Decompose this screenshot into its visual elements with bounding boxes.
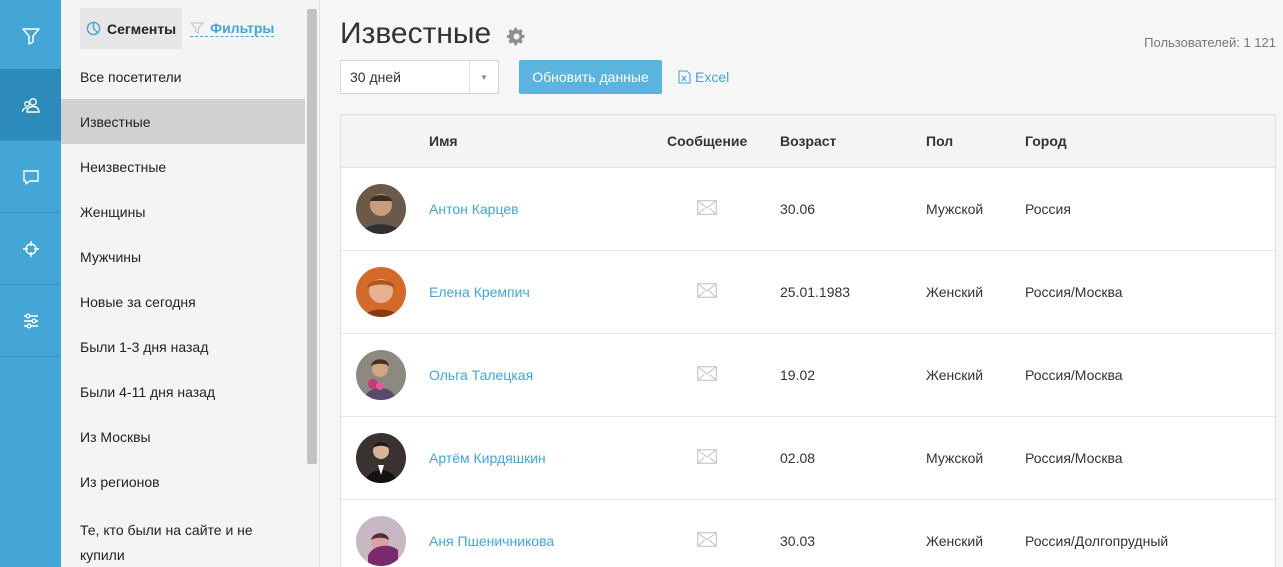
rail-item-users[interactable]: [0, 69, 70, 141]
column-header-message[interactable]: Сообщение: [667, 133, 747, 149]
user-city: Россия/Москва: [1025, 450, 1123, 466]
user-name-link[interactable]: Ольга Талецкая: [429, 367, 533, 383]
segment-item-all[interactable]: Все посетители: [61, 54, 305, 99]
envelope-icon[interactable]: [697, 449, 717, 464]
user-city: Россия/Москва: [1025, 367, 1123, 383]
table-row[interactable]: Антон Карцев 30.06 Мужской Россия: [341, 168, 1275, 251]
table-row[interactable]: Аня Пшеничникова 30.03 Женский Россия/До…: [341, 500, 1275, 567]
user-age: 19.02: [780, 367, 816, 383]
avatar: [356, 184, 406, 234]
envelope-icon[interactable]: [697, 366, 717, 381]
user-city: Россия: [1025, 201, 1071, 217]
period-select[interactable]: 30 дней ▼: [340, 60, 499, 94]
segment-item-men[interactable]: Мужчины: [61, 234, 305, 279]
segment-item-new-today[interactable]: Новые за сегодня: [61, 279, 305, 324]
column-header-age[interactable]: Возраст: [780, 133, 836, 149]
user-age: 30.06: [780, 201, 816, 217]
table-row[interactable]: Ольга Талецкая 19.02 Женский Россия/Моск…: [341, 334, 1275, 417]
chat-icon: [22, 169, 39, 185]
rail-item-goals[interactable]: [0, 213, 61, 285]
page-title: Известные: [340, 17, 492, 50]
segment-item-women[interactable]: Женщины: [61, 189, 305, 234]
tab-filters-label: Фильтры: [210, 20, 275, 36]
tab-segments-label: Сегменты: [107, 20, 177, 37]
avatar: [356, 433, 406, 483]
excel-file-icon: [678, 70, 691, 84]
period-select-value: 30 дней: [350, 69, 401, 85]
segments-panel: Сегменты Фильтры Все посетители Известны…: [61, 0, 320, 567]
user-gender: Женский: [926, 533, 984, 549]
segment-item-4-11-days[interactable]: Были 4-11 дня назад: [61, 369, 305, 414]
target-icon: [22, 240, 39, 257]
segment-item-regions[interactable]: Из регионов: [61, 459, 305, 504]
avatar: [356, 350, 406, 400]
segment-item-known[interactable]: Известные: [61, 99, 305, 144]
user-city: Россия/Долгопрудный: [1025, 533, 1169, 549]
table-row[interactable]: Артём Кирдяшкин 02.08 Мужской Россия/Мос…: [341, 417, 1275, 500]
segment-item-visited-not-bought[interactable]: Те, кто были на сайте и не купили: [61, 504, 305, 566]
funnel-icon: [21, 27, 40, 45]
rail-item-settings[interactable]: [0, 285, 61, 357]
user-name-link[interactable]: Аня Пшеничникова: [429, 533, 554, 549]
avatar: [356, 267, 406, 317]
users-icon: [21, 97, 40, 113]
pie-chart-icon: [86, 21, 101, 36]
avatar: [356, 516, 406, 566]
user-gender: Мужской: [926, 201, 984, 217]
panel-tabs: Сегменты Фильтры: [80, 8, 275, 49]
filter-icon: [190, 22, 204, 34]
segment-list: Все посетители Известные Неизвестные Жен…: [61, 54, 305, 566]
sliders-icon: [23, 313, 38, 328]
column-header-name[interactable]: Имя: [429, 133, 458, 149]
user-age: 30.03: [780, 533, 816, 549]
panel-scrollbar[interactable]: [307, 9, 317, 464]
tab-segments[interactable]: Сегменты: [80, 8, 183, 49]
envelope-icon[interactable]: [697, 283, 717, 298]
tab-filters[interactable]: Фильтры: [190, 20, 275, 37]
user-name-link[interactable]: Елена Кремпич: [429, 284, 530, 300]
user-city: Россия/Москва: [1025, 284, 1123, 300]
users-table: Имя Сообщение Возраст Пол Город Антон Ка…: [340, 114, 1276, 567]
user-name-link[interactable]: Артём Кирдяшкин: [429, 450, 546, 466]
main-content: Известные Пользователей: 1 121 30 дней ▼…: [320, 0, 1283, 567]
column-header-city[interactable]: Город: [1025, 133, 1067, 149]
column-header-gender[interactable]: Пол: [926, 133, 953, 149]
user-age: 02.08: [780, 450, 816, 466]
segment-item-moscow[interactable]: Из Москвы: [61, 414, 305, 459]
user-name-link[interactable]: Антон Карцев: [429, 201, 519, 217]
rail-item-funnels[interactable]: [0, 0, 61, 72]
user-age: 25.01.1983: [780, 284, 851, 300]
excel-export-label: Excel: [695, 69, 730, 85]
icon-rail: [0, 0, 70, 567]
user-gender: Женский: [926, 367, 984, 383]
user-gender: Мужской: [926, 450, 984, 466]
gear-icon[interactable]: [506, 26, 527, 47]
segment-item-1-3-days[interactable]: Были 1-3 дня назад: [61, 324, 305, 369]
excel-export-link[interactable]: Excel: [678, 69, 729, 85]
table-header: Имя Сообщение Возраст Пол Город: [341, 115, 1275, 168]
user-gender: Женский: [926, 284, 984, 300]
rail-item-messages[interactable]: [0, 141, 61, 213]
refresh-data-button[interactable]: Обновить данные: [519, 60, 662, 94]
envelope-icon[interactable]: [697, 200, 717, 215]
chevron-down-icon: ▼: [469, 61, 498, 93]
users-count: Пользователей: 1 121: [1144, 35, 1276, 50]
table-row[interactable]: Елена Кремпич 25.01.1983 Женский Россия/…: [341, 251, 1275, 334]
envelope-icon[interactable]: [697, 532, 717, 547]
segment-item-unknown[interactable]: Неизвестные: [61, 144, 305, 189]
